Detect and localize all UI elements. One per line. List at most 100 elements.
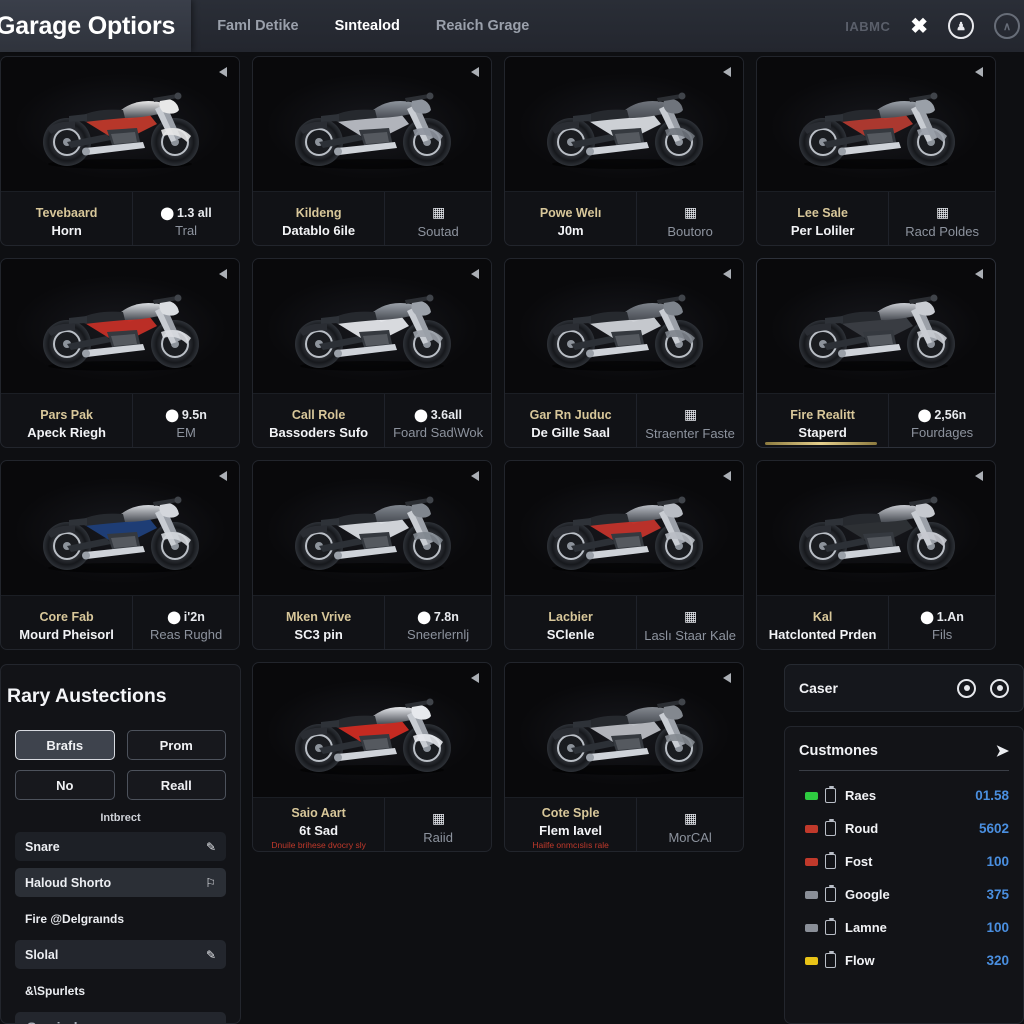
card-meta: Core Fab Mourd Pheisorl ⬤ i'2n Reas Rughd — [1, 595, 239, 649]
play-triangle-icon[interactable] — [723, 269, 731, 279]
app-root: Garage Optiors Faml Detike Sıntealod Rea… — [0, 0, 1024, 1024]
user-badge-icon[interactable]: ♟ — [948, 13, 974, 39]
tab-reaich-grage[interactable]: Reaich Grage — [436, 18, 530, 34]
drop-icon: ⬤ — [417, 609, 431, 624]
play-triangle-icon[interactable] — [471, 269, 479, 279]
card-meta-right: ▦ Racd Poldes — [888, 192, 995, 245]
battery-icon — [825, 786, 836, 803]
external-link-icon[interactable]: ➚ — [206, 1020, 216, 1024]
left-panel-row[interactable]: Snare ✎ — [15, 832, 226, 861]
left-panel-row[interactable]: Haloud Shorto ⚐ — [15, 868, 226, 897]
card-meta-left: Fire Realitt Staperd — [757, 394, 888, 447]
garage-card[interactable]: Powe Welı J0m ▦ Boutoro — [504, 56, 744, 246]
play-triangle-icon[interactable] — [471, 471, 479, 481]
card-right-bottom: Soutad — [417, 224, 459, 239]
no-button[interactable]: No — [15, 770, 115, 800]
close-icon[interactable]: ✖ — [910, 16, 928, 37]
custmones-list-item[interactable]: Flow 320 — [799, 944, 1009, 977]
play-triangle-icon[interactable] — [723, 673, 731, 683]
card-meta: Lacbier SClenle ▦ Laslı Staar Kale — [505, 595, 743, 649]
status-swatch — [805, 857, 818, 866]
left-actions-panel: Rary Austections Brafıs Prom No Reall In… — [0, 664, 241, 1024]
play-triangle-icon[interactable] — [219, 67, 227, 77]
left-panel-row[interactable]: Fire @Delgraınds — [15, 904, 226, 933]
play-triangle-icon[interactable] — [471, 67, 479, 77]
play-triangle-icon[interactable] — [471, 673, 479, 683]
prom-button[interactable]: Prom — [126, 730, 226, 760]
card-image — [253, 259, 491, 393]
left-panel-footer-row[interactable]: Smciod.com ➚ — [15, 1012, 226, 1024]
card-meta-left: Kildeng Datablo 6ile — [253, 192, 384, 245]
caser-panel: Caser — [784, 664, 1024, 712]
edit-pencil-icon[interactable]: ✎ — [206, 840, 216, 854]
garage-card[interactable]: Kildeng Datablo 6ile ▦ Soutad — [252, 56, 492, 246]
play-triangle-icon[interactable] — [723, 471, 731, 481]
circle-icon[interactable]: ∧ — [994, 13, 1020, 39]
card-image — [757, 259, 995, 393]
edit-pencil-icon[interactable]: ✎ — [206, 948, 216, 962]
card-right-bottom: Boutoro — [667, 224, 713, 239]
garage-card[interactable]: Kal Hatclonted Prden ⬤ 1.An Fils — [756, 460, 996, 650]
custmones-list-item[interactable]: Raes 01.58 — [799, 779, 1009, 812]
play-triangle-icon[interactable] — [975, 67, 983, 77]
card-right-bottom: Reas Rughd — [149, 626, 223, 642]
card-title: Gar Rn Juduc — [529, 407, 612, 422]
garage-card[interactable]: Lee Sale Per Loliler ▦ Racd Poldes — [756, 56, 996, 246]
left-panel-row-label: &\Spurlets — [25, 983, 86, 998]
card-meta-right: ⬤ 2,56n Fourdages — [888, 394, 995, 447]
top-header-bar: Garage Optiors Faml Detike Sıntealod Rea… — [0, 0, 1024, 52]
drop-icon: ⬤ — [920, 609, 934, 624]
dice-icon: ▦ — [683, 406, 697, 422]
custmones-list-item[interactable]: Roud 5602 — [799, 812, 1009, 845]
garage-card[interactable]: Lacbier SClenle ▦ Laslı Staar Kale — [504, 460, 744, 650]
card-meta: Powe Welı J0m ▦ Boutoro — [505, 191, 743, 245]
card-subtitle: De Gille Saal — [531, 424, 610, 440]
card-image — [253, 57, 491, 191]
card-image — [1, 57, 239, 191]
brafis-button[interactable]: Brafıs — [15, 730, 115, 760]
play-triangle-icon[interactable] — [975, 269, 983, 279]
card-meta: Mken Vrive SC3 pin ⬤ 7.8n Sneerlernlj — [253, 595, 491, 649]
play-triangle-icon[interactable] — [723, 67, 731, 77]
card-meta: Kal Hatclonted Prden ⬤ 1.An Fils — [757, 595, 995, 649]
card-right-bottom: Fils — [932, 626, 953, 642]
card-title: Pars Pak — [40, 407, 94, 422]
reall-button[interactable]: Reall — [126, 770, 226, 800]
eye-icon-2[interactable] — [990, 678, 1009, 698]
garage-card[interactable]: Core Fab Mourd Pheisorl ⬤ i'2n Reas Rughd — [0, 460, 240, 650]
custmones-item-name: Fost — [845, 854, 873, 869]
motorcycle-illustration — [547, 92, 703, 169]
garage-card[interactable]: Mken Vrive SC3 pin ⬤ 7.8n Sneerlernlj — [252, 460, 492, 650]
left-panel-row[interactable]: &\Spurlets — [15, 976, 226, 1005]
tab-faml-detike[interactable]: Faml Detike — [217, 18, 298, 34]
custmones-item-value: 320 — [986, 953, 1009, 968]
card-right-bottom: Laslı Staar Kale — [644, 628, 736, 643]
custmones-item-name: Lamne — [845, 920, 887, 935]
garage-card[interactable]: Call Role Bassoders Sufo ⬤ 3.6all Foard S… — [252, 258, 492, 448]
header-title-block: Garage Optiors — [0, 0, 192, 52]
left-panel-buttons: Brafıs Prom No Reall — [15, 730, 226, 800]
card-title: Kildeng — [295, 205, 342, 220]
card-meta-right: ⬤ 1.An Fils — [888, 596, 995, 649]
custmones-list-item[interactable]: Lamne 100 — [799, 911, 1009, 944]
garage-card[interactable]: Tevebaard Horn ⬤ 1.3 all Tral — [0, 56, 240, 246]
card-meta-left: Cote Sple Flem Iavel Hailfe onmcıslıs ra… — [505, 798, 636, 851]
motorcycle-illustration — [547, 294, 703, 371]
garage-card[interactable]: Gar Rn Juduc De Gille Saal ▦ Straenter F… — [504, 258, 744, 448]
garage-card[interactable]: Saio Aart 6t Sad Dnuile brihese dvocry s… — [252, 662, 492, 852]
garage-card[interactable]: Cote Sple Flem Iavel Hailfe onmcıslıs ra… — [504, 662, 744, 852]
flag-icon[interactable]: ⚐ — [205, 876, 216, 890]
left-panel-row[interactable]: Slolal ✎ — [15, 940, 226, 969]
arrow-right-icon[interactable]: ➤ — [996, 741, 1009, 761]
eye-icon-1[interactable] — [957, 678, 976, 698]
custmones-list-item[interactable]: Fost 100 — [799, 845, 1009, 878]
play-triangle-icon[interactable] — [219, 269, 227, 279]
play-triangle-icon[interactable] — [219, 471, 227, 481]
card-meta-right: ▦ Boutoro — [636, 192, 743, 245]
custmones-list-item[interactable]: Google 375 — [799, 878, 1009, 911]
garage-card[interactable]: Fire Realitt Staperd ⬤ 2,56n Fourdages — [756, 258, 996, 448]
card-right-bottom: Sneerlernlj — [407, 626, 470, 642]
garage-card[interactable]: Pars Pak Apeck Riegh ⬤ 9.5n EM — [0, 258, 240, 448]
play-triangle-icon[interactable] — [975, 471, 983, 481]
tab-sintealod[interactable]: Sıntealod — [335, 18, 400, 34]
